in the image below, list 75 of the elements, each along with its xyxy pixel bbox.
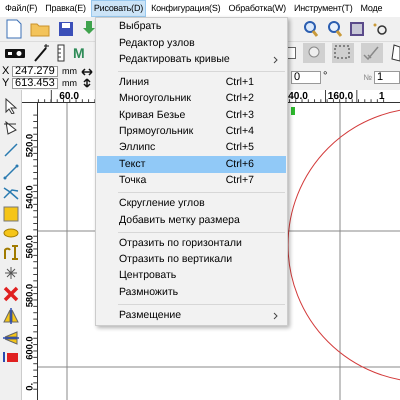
x-label: X	[2, 64, 10, 78]
webcam-icon[interactable]	[303, 43, 325, 64]
pointer-arrow-icon[interactable]	[4, 98, 18, 114]
menu-option[interactable]: Редактировать кривые	[97, 52, 286, 68]
menu-item[interactable]: Файл(F)	[2, 0, 40, 17]
ruler-label: 160.0	[328, 91, 354, 102]
projector-icon[interactable]	[4, 47, 26, 60]
filled-square-icon[interactable]	[2, 352, 18, 362]
menu-option[interactable]: Линия Ctrl+1	[97, 74, 286, 92]
ruler-label: 60.0	[59, 91, 79, 102]
ellipse-icon[interactable]	[2, 228, 18, 238]
menu-option[interactable]: Центровать	[97, 268, 286, 284]
menu-option[interactable]: Текст Ctrl+6	[97, 156, 286, 173]
angle-field[interactable]: 0	[291, 71, 321, 84]
menu-option[interactable]: Прямоугольник Ctrl+4	[97, 124, 286, 140]
vertical-arrows-icon[interactable]	[81, 78, 93, 88]
menu-option[interactable]: Кривая Безье Ctrl+3	[97, 107, 286, 124]
number-label: №	[363, 72, 372, 84]
horizontal-arrows-icon[interactable]	[81, 67, 93, 78]
square-icon[interactable]	[350, 22, 364, 36]
check-marks-icon[interactable]	[361, 43, 383, 64]
chevron-right-icon	[273, 56, 278, 64]
number-field[interactable]: 1	[374, 71, 400, 84]
new-file-icon[interactable]	[6, 18, 22, 39]
ruler-label: 40.0	[288, 91, 308, 102]
ruler-label: 540.0	[24, 185, 34, 209]
selection-marker	[291, 107, 295, 115]
menu-item[interactable]: Моде	[358, 0, 386, 17]
asterisk-icon[interactable]	[4, 266, 18, 280]
menu-option[interactable]: Добавить метку размера	[97, 212, 286, 229]
node-edit-icon[interactable]	[2, 120, 18, 136]
unit-label: mm	[62, 76, 77, 90]
ruler-label: 520.0	[24, 134, 34, 158]
mirror-vertical-icon[interactable]	[2, 330, 18, 346]
menu-option[interactable]: Размещение	[97, 308, 286, 324]
menu-item[interactable]: Обработка(W)	[225, 0, 289, 17]
ruler-label: 580.0	[24, 284, 34, 308]
y-label: Y	[2, 76, 10, 92]
unit-label: mm	[62, 64, 77, 78]
tilted-sheet-icon[interactable]	[390, 43, 400, 64]
polyline-icon[interactable]	[2, 164, 18, 180]
curve-icon[interactable]	[2, 186, 18, 200]
menu-option[interactable]: Редактор узлов	[97, 35, 286, 52]
menu-item[interactable]: Инструмент(T)	[290, 0, 356, 17]
menu-option[interactable]: Отразить по горизонтали	[97, 236, 286, 252]
ruler-label: 0.	[24, 382, 34, 391]
menu-item[interactable]: Конфигурация(S)	[148, 0, 224, 17]
menu-option[interactable]: Выбрать	[97, 19, 286, 36]
m-label[interactable]: M	[73, 42, 85, 64]
point-circle-icon[interactable]	[372, 22, 388, 36]
ruler-label: 560.0	[24, 235, 34, 259]
magnifier-icon[interactable]	[326, 20, 342, 38]
chevron-right-icon	[273, 312, 278, 320]
ruler-label: 600.0	[24, 336, 34, 360]
menu-option[interactable]: Скругление углов	[97, 196, 286, 212]
menu-option[interactable]: Точка Ctrl+7	[97, 172, 286, 189]
zoom-icon[interactable]	[302, 20, 318, 38]
delete-cross-icon[interactable]	[2, 286, 18, 302]
degree-label: °	[323, 69, 328, 84]
magic-wand-icon[interactable]	[33, 44, 49, 62]
text-tool-icon[interactable]	[2, 244, 18, 260]
menu-item[interactable]: Рисовать(D)	[90, 0, 146, 17]
menu-option[interactable]: Размножить	[97, 284, 286, 301]
y-coordinate-field[interactable]: 613.453	[12, 78, 58, 90]
menu-item[interactable]: Правка(E)	[42, 0, 89, 17]
menu-option[interactable]: Отразить по вертикали	[97, 252, 286, 268]
mirror-horizontal-icon[interactable]	[2, 308, 18, 324]
line-icon[interactable]	[2, 142, 18, 158]
menu-option[interactable]: Многоугольник Ctrl+2	[97, 91, 286, 108]
rectangle-icon[interactable]	[2, 206, 18, 222]
x-coordinate-field[interactable]: 247.279	[12, 66, 58, 78]
selection-frame-icon[interactable]	[332, 43, 354, 64]
ruler-icon[interactable]	[56, 44, 66, 62]
menu-option[interactable]: Эллипс Ctrl+5	[97, 140, 286, 156]
ruler-label: 1	[378, 91, 385, 102]
